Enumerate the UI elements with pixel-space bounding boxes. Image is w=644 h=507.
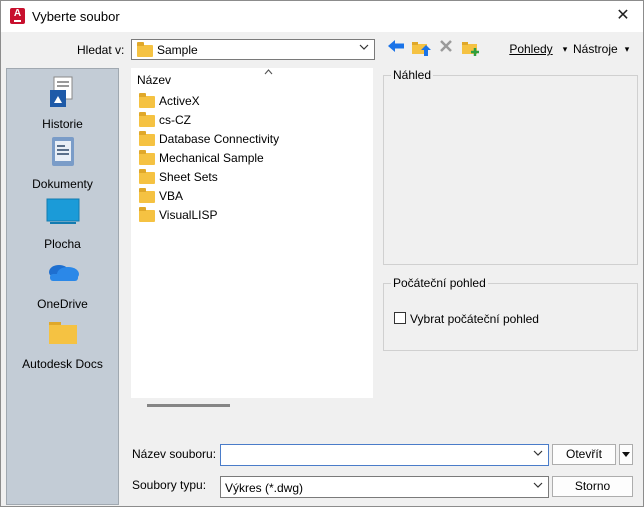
window-title: Vyberte soubor <box>32 9 120 24</box>
folder-icon <box>139 187 155 203</box>
initial-view-title: Počáteční pohled <box>391 276 488 290</box>
folder-icon <box>137 42 153 57</box>
title-bar: A Vyberte soubor ✕ <box>1 1 643 32</box>
folder-name: Sheet Sets <box>159 170 218 184</box>
place-documents[interactable]: Dokumenty <box>9 136 116 191</box>
folder-name: cs-CZ <box>159 113 191 127</box>
place-history[interactable]: Historie <box>9 76 116 131</box>
place-label: OneDrive <box>37 297 88 311</box>
folder-name: ActiveX <box>159 94 200 108</box>
file-list[interactable]: Název ActiveX cs-CZ Database Connectivit… <box>131 68 373 398</box>
folder-icon <box>139 92 155 108</box>
select-initial-view-checkbox[interactable] <box>394 312 406 324</box>
folder-icon <box>139 111 155 127</box>
views-menu[interactable]: Pohledy <box>509 39 553 59</box>
chevron-down-icon[interactable] <box>359 43 369 54</box>
history-icon <box>9 76 116 111</box>
folder-icon <box>139 206 155 222</box>
file-type-value: Výkres (*.dwg) <box>225 481 304 495</box>
delete-icon[interactable] <box>436 39 456 59</box>
folder-name: VBA <box>159 189 184 203</box>
file-name-input[interactable] <box>220 444 549 466</box>
look-in-combo[interactable]: Sample <box>131 39 375 60</box>
autocad-app-icon: A <box>10 8 25 24</box>
list-item[interactable]: Database Connectivity <box>139 130 279 149</box>
views-dropdown-icon[interactable]: ▾ <box>560 39 570 59</box>
list-item[interactable]: VisualLISP <box>139 206 217 225</box>
back-icon[interactable] <box>385 39 407 59</box>
file-name-label: Název souboru: <box>132 447 217 461</box>
onedrive-icon <box>9 256 116 291</box>
folder-icon <box>139 149 155 165</box>
file-type-label: Soubory typu: <box>132 478 207 492</box>
place-label: Dokumenty <box>32 177 93 191</box>
cancel-button[interactable]: Storno <box>552 476 633 497</box>
look-in-value: Sample <box>157 43 198 57</box>
place-autodesk-docs[interactable]: Autodesk Docs <box>9 316 116 371</box>
sort-ascending-icon <box>264 67 273 77</box>
list-item[interactable]: ActiveX <box>139 92 200 111</box>
list-item[interactable]: Mechanical Sample <box>139 149 264 168</box>
up-folder-icon[interactable] <box>410 39 432 59</box>
place-desktop[interactable]: Plocha <box>9 196 116 251</box>
caret-down-icon <box>622 452 630 457</box>
views-label: Pohledy <box>509 42 553 56</box>
look-in-label: Hledat v: <box>77 43 125 57</box>
column-header-name[interactable]: Název <box>137 73 171 87</box>
preview-title: Náhled <box>391 68 434 82</box>
select-initial-view-label[interactable]: Vybrat počáteční pohled <box>410 312 539 326</box>
file-type-combo[interactable]: Výkres (*.dwg) <box>220 476 549 498</box>
new-folder-icon[interactable] <box>460 39 482 59</box>
list-item[interactable]: cs-CZ <box>139 111 191 130</box>
place-onedrive[interactable]: OneDrive <box>9 256 116 311</box>
folder-icon <box>9 316 116 351</box>
folder-name: Database Connectivity <box>159 132 280 146</box>
open-button[interactable]: Otevřít <box>552 444 616 465</box>
desktop-icon <box>9 196 116 231</box>
place-label: Historie <box>42 117 83 131</box>
column-header-label: Název <box>137 73 172 87</box>
file-dialog: A Vyberte soubor ✕ Hledat v: Sample Pohl… <box>0 0 644 507</box>
close-button[interactable]: ✕ <box>611 5 635 27</box>
tools-menu[interactable]: Nástroje <box>573 39 618 59</box>
chevron-down-icon[interactable] <box>533 481 543 492</box>
folder-name: Mechanical Sample <box>159 151 264 165</box>
list-item[interactable]: Sheet Sets <box>139 168 218 187</box>
open-options-dropdown[interactable] <box>619 444 633 465</box>
documents-icon <box>9 136 116 171</box>
folder-name: VisualLISP <box>159 208 218 222</box>
horizontal-scrollbar[interactable] <box>147 404 230 407</box>
chevron-down-icon[interactable] <box>533 449 543 460</box>
tools-dropdown-icon[interactable]: ▾ <box>622 39 632 59</box>
place-label: Autodesk Docs <box>22 357 103 371</box>
place-label: Plocha <box>44 237 81 251</box>
tools-label: Nástroje <box>573 42 618 56</box>
list-item[interactable]: VBA <box>139 187 183 206</box>
preview-group: Náhled <box>383 68 638 265</box>
folder-icon <box>139 168 155 184</box>
folder-icon <box>139 130 155 146</box>
